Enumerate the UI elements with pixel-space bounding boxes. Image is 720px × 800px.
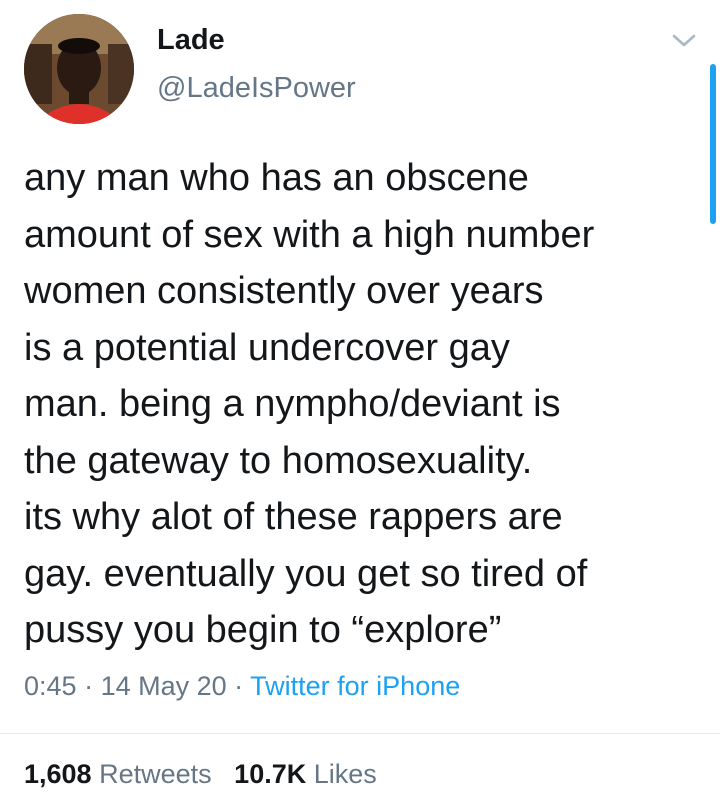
tweet-stats: 1,608 Retweets 10.7K Likes: [24, 756, 377, 792]
likes-label: Likes: [313, 759, 377, 789]
tweet-text: any man who has an obscene amount of sex…: [24, 157, 595, 651]
retweets-label: Retweets: [99, 759, 212, 789]
avatar-image: [24, 14, 134, 124]
tweet-source-link[interactable]: Twitter for iPhone: [250, 671, 460, 701]
divider: [0, 733, 720, 734]
tweet-date: 14 May 20: [100, 671, 227, 701]
likes-stat[interactable]: 10.7K Likes: [234, 759, 377, 789]
tweet-meta: 0:45 · 14 May 20 · Twitter for iPhone: [24, 668, 460, 704]
likes-count: 10.7K: [234, 759, 307, 789]
retweets-stat[interactable]: 1,608 Retweets: [24, 759, 212, 789]
tweet-time: 0:45: [24, 671, 77, 701]
meta-separator: ·: [226, 671, 251, 701]
retweets-count: 1,608: [24, 759, 92, 789]
meta-separator: ·: [76, 671, 101, 701]
display-name[interactable]: Lade: [157, 22, 225, 58]
chevron-down-icon[interactable]: [664, 26, 704, 56]
scrollbar[interactable]: [710, 64, 716, 224]
avatar[interactable]: [24, 14, 134, 124]
user-handle[interactable]: @LadeIsPower: [157, 70, 356, 106]
